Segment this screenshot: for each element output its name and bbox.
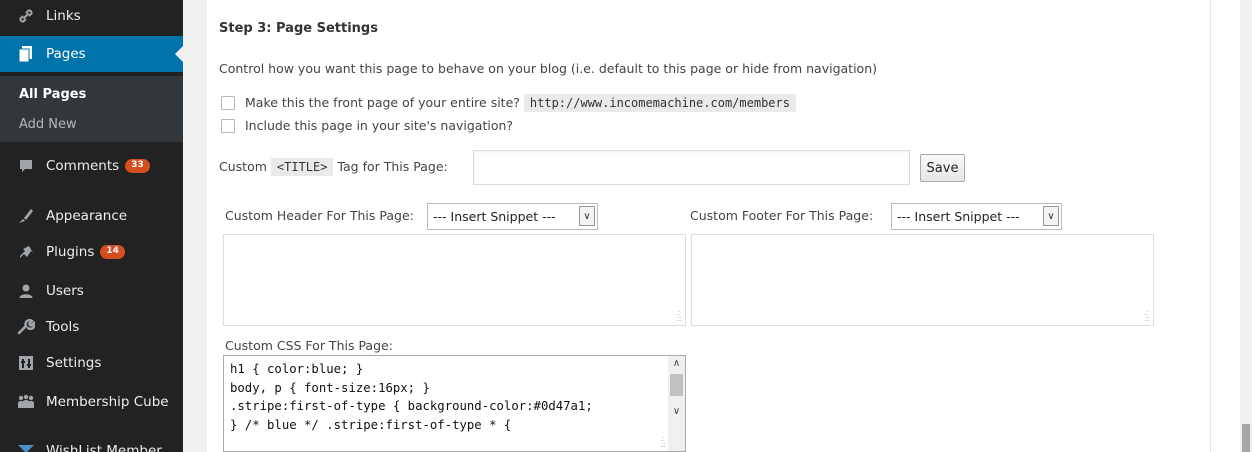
sidebar-item-settings[interactable]: Settings xyxy=(0,345,183,381)
plugins-update-badge: 14 xyxy=(100,245,125,259)
wishlist-member-icon xyxy=(16,441,36,452)
sidebar-item-label: Links xyxy=(46,8,81,24)
save-title-button[interactable]: Save xyxy=(920,154,965,182)
chevron-up-icon[interactable]: ∧ xyxy=(668,358,685,369)
header-snippet-select[interactable]: --- Insert Snippet --- ∨ xyxy=(427,203,598,230)
custom-css-textarea[interactable]: h1 { color:blue; } body, p { font-size:1… xyxy=(223,355,686,452)
page-scrollbar-thumb[interactable] xyxy=(1242,424,1250,452)
main-content: Step 3: Page Settings Control how you wa… xyxy=(183,0,1210,452)
front-page-option: Make this the front page of your entire … xyxy=(245,94,796,112)
sidebar-item-users[interactable]: Users xyxy=(0,273,183,309)
title-tag-label: Custom <TITLE> Tag for This Page: xyxy=(219,158,448,176)
sidebar-item-label: Plugins xyxy=(46,244,95,260)
sidebar-item-label: Tools xyxy=(46,319,80,335)
title-tag-code: <TITLE> xyxy=(270,158,334,176)
settings-icon xyxy=(16,353,36,373)
appearance-icon xyxy=(16,206,36,226)
sidebar-item-label: Settings xyxy=(46,355,102,371)
sidebar-item-wishlist-member[interactable]: WishList Member xyxy=(0,433,183,452)
admin-sidebar: Links Pages All Pages Add New Comments 3… xyxy=(0,0,183,452)
sidebar-item-label: WishList Member xyxy=(46,443,162,452)
comments-count-badge: 33 xyxy=(125,159,150,173)
plugins-icon xyxy=(16,242,36,262)
navigation-checkbox[interactable] xyxy=(221,119,235,133)
users-icon xyxy=(16,281,36,301)
sidebar-item-label: Pages xyxy=(46,46,86,62)
sidebar-item-label: Membership Cube xyxy=(46,394,169,410)
sidebar-item-label: Appearance xyxy=(46,208,128,224)
title-tag-label-prefix: Custom xyxy=(219,159,267,174)
pages-icon xyxy=(16,44,36,64)
title-tag-label-suffix: Tag for This Page: xyxy=(337,159,448,174)
sidebar-item-plugins[interactable]: Plugins 14 xyxy=(0,234,183,270)
page-scrollbar[interactable] xyxy=(1240,0,1252,452)
footer-textarea[interactable]: .:.:: xyxy=(691,234,1154,326)
footer-label: Custom Footer For This Page: xyxy=(690,208,874,223)
header-label: Custom Header For This Page: xyxy=(225,208,414,223)
footer-snippet-value: --- Insert Snippet --- xyxy=(897,209,1020,224)
chevron-down-icon: ∨ xyxy=(1043,206,1059,226)
custom-css-content: h1 { color:blue; } body, p { font-size:1… xyxy=(230,362,593,432)
css-scrollbar[interactable]: ∧ ∨ xyxy=(668,356,685,451)
css-label: Custom CSS For This Page: xyxy=(225,338,393,353)
tools-icon xyxy=(16,317,36,337)
pages-submenu: All Pages Add New xyxy=(0,76,183,142)
sidebar-item-membership-cube[interactable]: Membership Cube xyxy=(0,384,183,420)
sidebar-item-tools[interactable]: Tools xyxy=(0,309,183,345)
comments-icon xyxy=(16,156,36,176)
css-scrollbar-thumb[interactable] xyxy=(670,374,683,396)
resize-handle-icon[interactable]: .:.:: xyxy=(1144,309,1150,323)
resize-handle-icon[interactable]: .:.:: xyxy=(676,309,682,323)
page-settings-panel: Step 3: Page Settings Control how you wa… xyxy=(207,0,1210,452)
front-page-url: http://www.incomemachine.com/members xyxy=(523,94,796,112)
footer-snippet-select[interactable]: --- Insert Snippet --- ∨ xyxy=(891,203,1062,230)
front-page-checkbox[interactable] xyxy=(221,96,235,110)
sidebar-item-links[interactable]: Links xyxy=(0,0,183,34)
header-snippet-value: --- Insert Snippet --- xyxy=(433,209,556,224)
chevron-down-icon: ∨ xyxy=(579,206,595,226)
step-description: Control how you want this page to behave… xyxy=(219,61,877,76)
sidebar-item-comments[interactable]: Comments 33 xyxy=(0,148,183,184)
resize-handle-icon[interactable]: .:.:: xyxy=(660,435,666,449)
sidebar-item-appearance[interactable]: Appearance xyxy=(0,198,183,234)
link-icon xyxy=(16,6,36,26)
front-page-label: Make this the front page of your entire … xyxy=(245,95,520,110)
step-title: Step 3: Page Settings xyxy=(219,21,378,36)
submenu-item-add-new[interactable]: Add New xyxy=(19,117,77,132)
right-margin xyxy=(1210,0,1240,452)
sidebar-item-label: Comments xyxy=(46,158,120,174)
membership-cube-icon xyxy=(16,392,36,412)
sidebar-item-pages[interactable]: Pages xyxy=(0,36,183,72)
header-textarea[interactable]: .:.:: xyxy=(223,234,686,326)
chevron-down-icon[interactable]: ∨ xyxy=(668,406,685,417)
navigation-label: Include this page in your site's navigat… xyxy=(245,118,514,133)
title-tag-input[interactable] xyxy=(473,150,910,185)
sidebar-item-label: Users xyxy=(46,283,84,299)
submenu-item-all-pages[interactable]: All Pages xyxy=(19,87,86,102)
